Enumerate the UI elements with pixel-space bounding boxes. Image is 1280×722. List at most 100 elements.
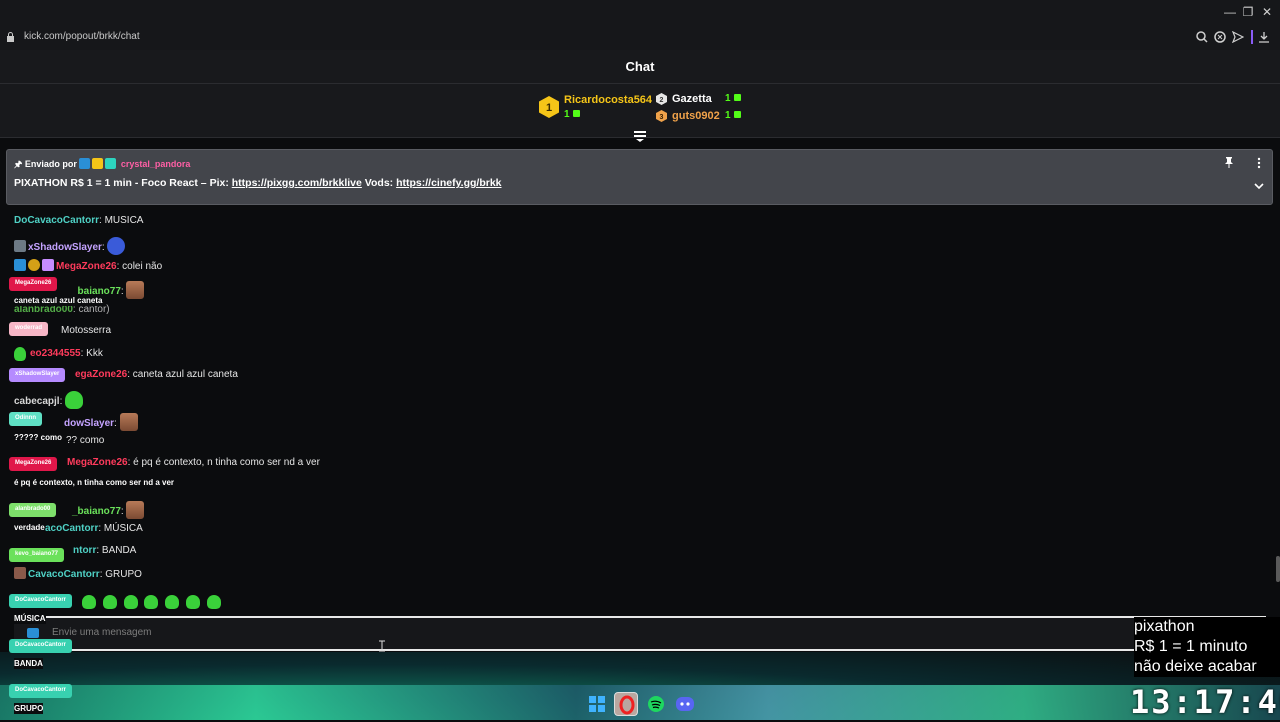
close-button[interactable]: ✕ xyxy=(1259,4,1275,20)
chat-text: : é pq é contexto, n tinha como ser nd a… xyxy=(127,457,320,468)
browser-titlebar xyxy=(0,0,1280,50)
chat-message: MegaZone26: colei não xyxy=(14,259,162,272)
emote-face-icon xyxy=(126,501,145,519)
emote-icon xyxy=(102,595,117,609)
chat-username[interactable]: DoCavacoCantorr xyxy=(14,215,99,226)
rank-1-label: 1 xyxy=(546,102,552,114)
overlay-tag: kevo_baiano77 xyxy=(9,548,65,562)
shield-icon[interactable] xyxy=(1214,31,1226,43)
leaderboard-name-1[interactable]: Ricardocosta564 xyxy=(564,94,652,106)
leaderboard-name-2[interactable]: Gazetta xyxy=(672,93,712,105)
chat-message: xShadowSlayer: xyxy=(14,237,126,255)
overlay-text: é pq é contexto, n tinha como ser nd a v… xyxy=(14,477,175,488)
overlay-text: caneta azul azul caneta xyxy=(14,295,103,306)
leaderboard-count-3: 1 xyxy=(725,110,741,121)
message-input[interactable]: Envie uma mensagem xyxy=(52,627,152,638)
moderator-badge-icon xyxy=(79,158,91,169)
emote-icon xyxy=(144,595,159,609)
send-icon[interactable] xyxy=(1232,31,1244,43)
overlay-text: verdade xyxy=(14,522,45,533)
emote-face-icon xyxy=(126,281,145,299)
discord-icon[interactable] xyxy=(675,694,695,714)
chat-username[interactable]: _baiano77 xyxy=(72,506,121,517)
chat-title: Chat xyxy=(625,59,655,74)
chat-text: : xyxy=(120,506,124,517)
emote-icon xyxy=(206,595,221,609)
leaderboard-user-1[interactable]: Ricardocosta564 xyxy=(564,94,652,106)
zoom-icon[interactable] xyxy=(1196,31,1208,43)
chat-username[interactable]: xShadowSlayer xyxy=(28,242,102,253)
spotify-icon[interactable] xyxy=(646,694,666,714)
emote-icon xyxy=(165,595,180,609)
chat-message: egaZone26: caneta azul azul caneta xyxy=(75,369,238,380)
scrollbar[interactable] xyxy=(1276,556,1280,582)
opera-icon xyxy=(619,695,635,715)
more-options-icon[interactable] xyxy=(1254,157,1264,169)
chat-text: : xyxy=(101,242,105,253)
overlay-text: BANDA xyxy=(14,658,43,669)
chat-text: : xyxy=(59,396,63,407)
lock-icon xyxy=(7,32,14,42)
chat-text: : GRUPO xyxy=(99,569,142,580)
chat-text: Motosserra xyxy=(61,325,112,336)
rank-3-badge-icon: 3 xyxy=(656,110,667,122)
chat-text: : MÚSICA xyxy=(98,523,143,534)
chat-username[interactable]: MegaZone26 xyxy=(67,457,128,468)
chat-text: ?? como xyxy=(66,435,105,446)
overlay-tag: alanbrado00 xyxy=(9,503,57,517)
vods-link[interactable]: https://cinefy.gg/brkk xyxy=(396,177,501,189)
emote-picker-icon[interactable] xyxy=(26,627,40,639)
chat-username[interactable]: acoCantorr xyxy=(45,523,98,534)
stream-clock: 13:17:40 xyxy=(1130,683,1280,721)
pinned-text-mid: Vods: xyxy=(361,177,397,189)
chat-username[interactable]: ntorr xyxy=(73,545,96,556)
overlay-tag: MegaZone26 xyxy=(9,457,58,471)
leaderboard-user-3[interactable]: guts0902 xyxy=(672,110,720,122)
pixathon-overlay: pixathon R$ 1 = 1 minuto não deixe acaba… xyxy=(1134,617,1280,677)
pinned-text: PIXATHON R$ 1 = 1 min - Foco React – Pix… xyxy=(14,177,502,189)
desktop-wallpaper-band xyxy=(0,685,1280,720)
chat-username[interactable]: eo2344555 xyxy=(30,348,81,359)
kick-gem-icon xyxy=(572,110,580,117)
leaderboard-name-3[interactable]: guts0902 xyxy=(672,110,720,122)
emote-icon xyxy=(123,595,138,609)
overlay-tag: DoCavacoCantorr xyxy=(9,594,73,608)
chat-messages xyxy=(0,205,1280,615)
chat-username[interactable]: MegaZone26 xyxy=(56,261,117,272)
unpin-icon[interactable] xyxy=(1224,157,1234,168)
restore-button[interactable]: ❐ xyxy=(1240,4,1256,20)
chat-text: : caneta azul azul caneta xyxy=(127,369,238,380)
overlay-tag: Odinnn xyxy=(9,412,42,426)
chat-text: : MUSICA xyxy=(99,215,144,226)
pinned-text-prefix: PIXATHON R$ 1 = 1 min - Foco React – Pix… xyxy=(14,177,232,189)
chat-text: : xyxy=(114,418,117,429)
download-icon[interactable] xyxy=(1258,31,1270,43)
chat-message: DoCavacoCantorr: MUSICA xyxy=(14,215,143,226)
address-bar[interactable]: kick.com/popout/brkk/chat xyxy=(24,31,140,42)
chat-username[interactable]: egaZone26 xyxy=(75,369,127,380)
chat-message: ?? como xyxy=(66,435,104,446)
chat-username[interactable]: cabecapjl xyxy=(14,396,60,407)
windows-start-icon[interactable] xyxy=(587,694,607,714)
user-badge-icon xyxy=(14,567,26,579)
chat-message: eo2344555: Kkk xyxy=(14,347,103,361)
minimize-button[interactable]: — xyxy=(1222,4,1238,20)
chat-username[interactable]: CavacoCantorr xyxy=(28,569,100,580)
gift-badge-icon xyxy=(42,259,54,271)
opera-taskbar-button[interactable] xyxy=(614,692,638,716)
pix-link[interactable]: https://pixgg.com/brkklive xyxy=(232,177,362,189)
collapse-leaderboard-icon[interactable] xyxy=(632,130,648,142)
promo-line-2: R$ 1 = 1 minuto xyxy=(1134,638,1248,655)
count-1: 1 xyxy=(564,109,570,120)
message-input-box[interactable] xyxy=(14,616,1266,651)
user-badge-icon xyxy=(14,240,26,252)
crown-badge-icon xyxy=(92,158,104,169)
chat-text: : xyxy=(120,286,124,297)
chevron-down-icon[interactable] xyxy=(1253,181,1265,191)
chat-message: Motosserra xyxy=(61,325,111,336)
overlay-tag: xShadowSlayer xyxy=(9,368,66,382)
pinned-by: 🖈 Enviado por crystal_pandora xyxy=(14,157,190,173)
pinned-username[interactable]: crystal_pandora xyxy=(121,159,191,169)
leaderboard-user-2[interactable]: Gazetta xyxy=(672,93,712,105)
chat-username[interactable]: dowSlayer xyxy=(64,418,114,429)
